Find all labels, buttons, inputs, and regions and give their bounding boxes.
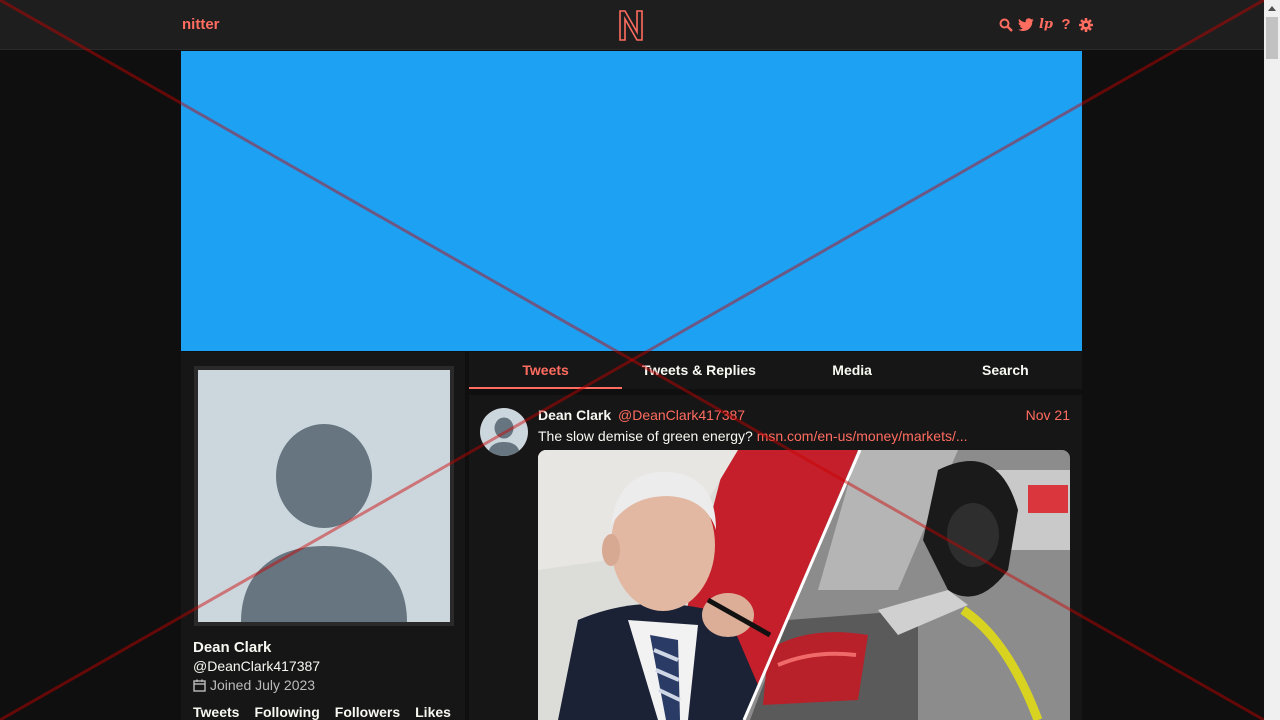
default-avatar-icon — [198, 370, 450, 622]
tweet-author[interactable]: Dean Clark — [538, 407, 611, 423]
profile-joined: Joined July 2023 — [193, 677, 315, 693]
timeline-tabs: Tweets Tweets & Replies Media Search — [469, 352, 1082, 389]
profile-name: Dean Clark — [193, 639, 272, 656]
tweet-image[interactable] — [538, 450, 1070, 720]
tab-tweets-replies[interactable]: Tweets & Replies — [622, 352, 775, 389]
twitter-icon[interactable] — [1018, 16, 1034, 34]
help-icon[interactable]: ? — [1058, 16, 1074, 34]
profile-avatar[interactable] — [194, 366, 454, 626]
tweet-link[interactable]: msn.com/en-us/money/markets/... — [757, 428, 968, 444]
stat-followers[interactable]: Followers — [335, 704, 400, 720]
lp-icon[interactable]: lp — [1038, 16, 1054, 34]
tweet-date[interactable]: Nov 21 — [1026, 407, 1070, 423]
search-icon[interactable] — [998, 16, 1014, 34]
joined-label: Joined July 2023 — [210, 677, 316, 693]
gear-icon[interactable] — [1078, 16, 1094, 34]
brand-link[interactable]: nitter — [182, 16, 220, 33]
scroll-up-arrow-icon[interactable] — [1264, 0, 1280, 16]
stat-following[interactable]: Following — [254, 704, 319, 720]
tweet-text: The slow demise of green energy? msn.com… — [538, 428, 968, 444]
default-avatar-icon — [480, 408, 528, 456]
navbar: nitter lp ? — [0, 0, 1264, 50]
stat-tweets[interactable]: Tweets — [193, 704, 239, 720]
tweet-item[interactable]: Dean Clark @DeanClark417387 Nov 21 The s… — [469, 395, 1082, 720]
profile-card: Dean Clark @DeanClark417387 Joined July … — [181, 352, 465, 720]
tweet-avatar[interactable] — [480, 408, 528, 456]
nitter-logo[interactable] — [617, 8, 645, 42]
scrollbar-thumb[interactable] — [1266, 17, 1278, 59]
tweet-photo-illustration — [538, 450, 1070, 720]
profile-banner[interactable] — [181, 51, 1082, 351]
tab-search[interactable]: Search — [929, 352, 1082, 389]
tab-tweets[interactable]: Tweets — [469, 352, 623, 389]
stat-likes[interactable]: Likes — [415, 704, 451, 720]
nav-icons: lp ? — [998, 16, 1094, 34]
tab-media[interactable]: Media — [776, 352, 929, 389]
tweet-handle[interactable]: @DeanClark417387 — [618, 407, 745, 423]
calendar-icon — [193, 679, 206, 692]
profile-stats: Tweets Following Followers Likes — [193, 704, 451, 720]
page-scrollbar[interactable] — [1264, 0, 1280, 720]
tweet-body: The slow demise of green energy? — [538, 428, 753, 444]
profile-handle: @DeanClark417387 — [193, 658, 321, 674]
